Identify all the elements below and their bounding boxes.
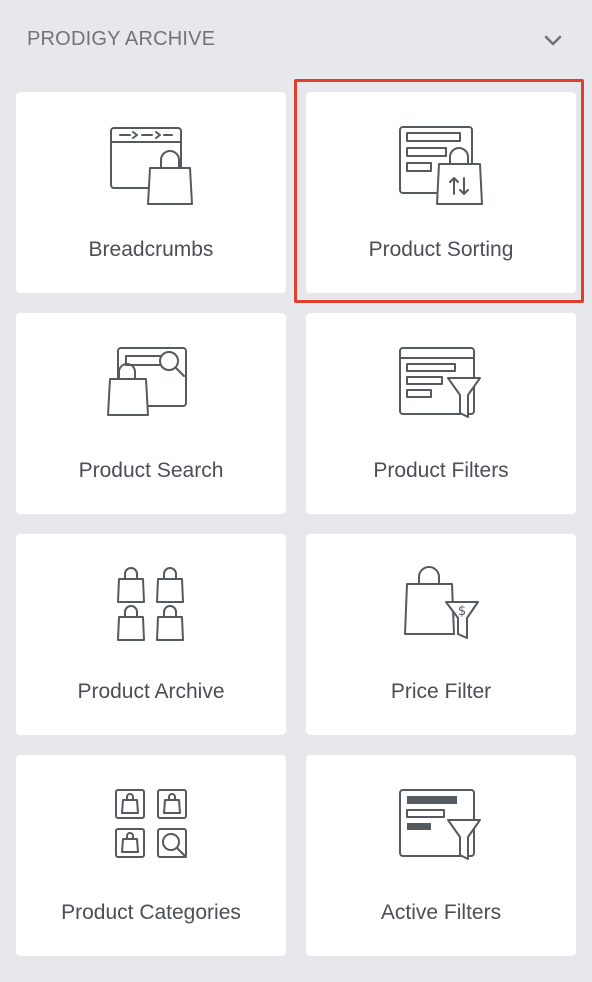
widget-breadcrumbs[interactable]: Breadcrumbs (16, 92, 286, 293)
widget-price-filter[interactable]: $ Price Filter (306, 534, 576, 735)
widget-label: Breadcrumbs (88, 238, 214, 261)
widget-product-archive[interactable]: Product Archive (16, 534, 286, 735)
widget-grid: Breadcrumbs Product Sorting Product Sear… (16, 92, 576, 956)
active-filters-icon (399, 789, 481, 860)
product-filters-icon (399, 347, 481, 418)
widget-product-filters[interactable]: Product Filters (306, 313, 576, 514)
widget-active-filters[interactable]: Active Filters (306, 755, 576, 956)
product-categories-icon (115, 789, 187, 858)
svg-text:$: $ (458, 604, 466, 619)
widget-label: Price Filter (390, 680, 492, 703)
widget-label: Product Archive (77, 680, 225, 703)
breadcrumbs-icon (110, 127, 193, 205)
product-search-icon (107, 347, 187, 416)
panel-title: PRODIGY ARCHIVE (27, 27, 216, 50)
widget-label: Product Sorting (368, 238, 514, 261)
widget-product-categories[interactable]: Product Categories (16, 755, 286, 956)
product-sorting-icon (399, 126, 483, 205)
panel-header[interactable]: PRODIGY ARCHIVE (0, 0, 592, 82)
product-archive-icon (117, 567, 184, 641)
widget-product-search[interactable]: Product Search (16, 313, 286, 514)
widget-label: Product Search (78, 459, 224, 482)
widget-label: Product Filters (373, 459, 509, 482)
widget-label: Product Categories (61, 901, 241, 924)
price-filter-icon: $ (404, 566, 479, 639)
widget-label: Active Filters (380, 901, 502, 924)
widget-product-sorting[interactable]: Product Sorting (306, 92, 576, 293)
chevron-down-icon[interactable] (542, 29, 564, 51)
